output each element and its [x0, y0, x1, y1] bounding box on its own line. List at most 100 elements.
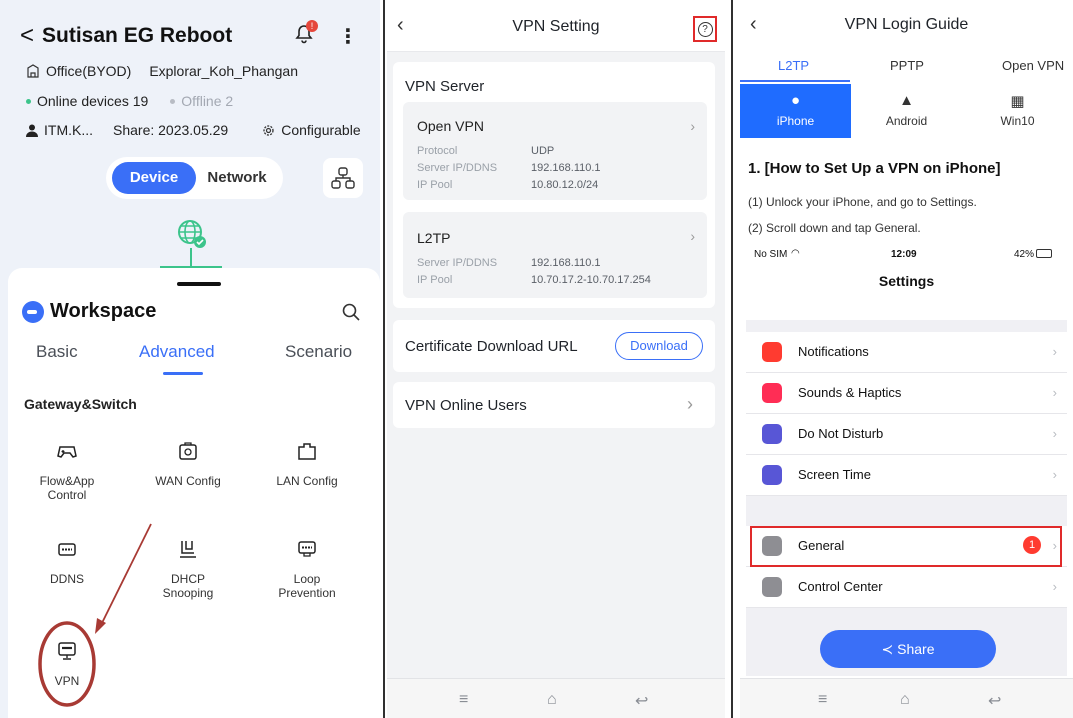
tool-vpn[interactable]: VPN [22, 632, 112, 688]
server-row: Server IP/DDNS 192.168.110.1 [417, 162, 601, 174]
site-name: Explorar_Koh_Phangan [149, 63, 298, 79]
menu-icon[interactable]: ≡ [818, 691, 827, 709]
loop-prevention-icon [288, 530, 326, 568]
more-menu-button[interactable]: ⋮ [338, 24, 358, 49]
row-label: Do Not Disturb [798, 426, 884, 441]
settings-row-notifications: Notifications › [746, 332, 1067, 373]
share-label: Share [897, 641, 935, 657]
tool-label: Flow&App Control [39, 474, 95, 502]
tool-loop-prevention[interactable]: Loop Prevention [262, 530, 352, 600]
server-value: 192.168.110.1 [531, 162, 601, 174]
back-button[interactable]: < [20, 22, 34, 50]
system-nav-bar: ≡ ⌂ ↩ [387, 678, 725, 718]
pool-row: IP Pool 10.70.17.2-10.70.17.254 [417, 274, 651, 286]
tool-label: DHCP Snooping [162, 572, 214, 600]
site-title-text: Sutisan EG Reboot [42, 24, 233, 47]
owner-name: ITM.K... [44, 122, 93, 138]
tab-basic[interactable]: Basic [36, 342, 78, 362]
share-button[interactable]: ≺ Share [820, 630, 996, 668]
menu-icon[interactable]: ≡ [459, 691, 468, 709]
server-row: Server IP/DDNS 192.168.110.1 [417, 257, 601, 269]
offline-count: Offline 2 [181, 93, 234, 109]
toggles-icon [762, 577, 782, 597]
active-tab-indicator [740, 80, 850, 82]
general-highlight-box [750, 526, 1062, 567]
tool-label: WAN Config [155, 474, 221, 488]
carrier: No SIM [754, 249, 788, 260]
platform-win10[interactable]: ▦ Win10 [962, 84, 1073, 138]
server-label: Server IP/DDNS [417, 162, 498, 174]
android-icon: ▲ [899, 92, 914, 109]
tool-flow-app-control[interactable]: Flow&App Control [22, 432, 112, 502]
system-nav-bar: ≡ ⌂ ↩ [740, 678, 1073, 718]
site-info-row: Office(BYOD) Explorar_Koh_Phangan [26, 63, 298, 79]
vpn-icon [48, 632, 86, 670]
ddns-icon [48, 530, 86, 568]
settings-row-screen-time: Screen Time › [746, 455, 1067, 496]
panel-divider [383, 0, 385, 718]
platform-iphone[interactable]: ● iPhone [740, 84, 851, 138]
network-toggle[interactable]: Network [200, 162, 274, 194]
section-title: Gateway&Switch [24, 396, 137, 412]
building-icon [27, 64, 39, 78]
moon-icon [762, 424, 782, 444]
protocol-label: Protocol [417, 145, 458, 157]
configurable-label[interactable]: Configurable [281, 122, 360, 138]
device-toggle[interactable]: Device [112, 162, 196, 194]
guide-step-1: (1) Unlock your iPhone, and go to Settin… [748, 195, 977, 209]
platform-android[interactable]: ▲ Android [851, 84, 962, 138]
tool-ddns[interactable]: DDNS [22, 530, 112, 586]
tab-pptp[interactable]: PPTP [890, 58, 924, 73]
workspace-panel: < Sutisan EG Reboot ! ⋮ Office(BYOD) Exp… [0, 0, 380, 718]
row-label: Control Center [798, 579, 883, 594]
vpn-login-guide-panel: ‹ VPN Login Guide L2TP PPTP Open VPN ● i… [740, 0, 1073, 718]
protocol-value: UDP [531, 145, 555, 157]
guide-title: 1. [How to Set Up a VPN on iPhone] [748, 160, 1001, 177]
gamepad-icon [48, 432, 86, 470]
apple-icon: ● [790, 92, 801, 109]
battery-level: 42% [1014, 249, 1035, 260]
back-nav-icon[interactable]: ↩ [988, 691, 1001, 711]
tab-advanced[interactable]: Advanced [139, 342, 215, 362]
home-icon[interactable]: ⌂ [900, 691, 910, 709]
pool-label: IP Pool [417, 274, 453, 286]
search-icon[interactable] [342, 303, 360, 321]
topology-button[interactable] [323, 158, 363, 198]
pool-value: 10.70.17.2-10.70.17.254 [531, 274, 651, 286]
notification-badge: ! [306, 20, 318, 32]
offline-dot-icon [170, 98, 176, 104]
person-icon [26, 124, 38, 137]
tool-lan-config[interactable]: LAN Config [262, 432, 352, 488]
workspace-title-text: Workspace [50, 300, 157, 322]
tab-scenario[interactable]: Scenario [285, 342, 352, 362]
internet-globe-icon [178, 220, 206, 248]
question-icon: ? [697, 21, 713, 37]
l2tp-server-item[interactable]: L2TP › Server IP/DDNS 192.168.110.1 IP P… [403, 212, 707, 298]
back-nav-icon[interactable]: ↩ [635, 691, 648, 711]
openvpn-server-item[interactable]: Open VPN › Protocol UDP Server IP/DDNS 1… [403, 102, 707, 200]
drag-handle[interactable] [177, 282, 221, 286]
chevron-right-icon: › [1052, 467, 1057, 482]
tool-dhcp-snooping[interactable]: DHCP Snooping [143, 530, 233, 600]
settings-row-dnd: Do Not Disturb › [746, 414, 1067, 455]
download-button[interactable]: Download [615, 332, 703, 360]
office-label: Office(BYOD) [46, 63, 132, 79]
tool-wan-config[interactable]: WAN Config [143, 432, 233, 488]
owner-row: ITM.K... Share: 2023.05.29 Configurable [26, 122, 361, 138]
tool-label: DDNS [49, 572, 84, 586]
platform-label: Win10 [1000, 114, 1035, 128]
row-label: Notifications [798, 344, 869, 359]
home-icon[interactable]: ⌂ [547, 691, 557, 709]
windows-icon: ▦ [1010, 93, 1025, 110]
site-title: < Sutisan EG Reboot [20, 22, 232, 50]
help-button[interactable]: ? [693, 16, 717, 42]
row-label: Screen Time [798, 467, 871, 482]
tab-l2tp[interactable]: L2TP [778, 58, 809, 73]
tool-label: Loop Prevention [278, 572, 336, 600]
dhcp-snooping-icon [169, 530, 207, 568]
tab-openvpn[interactable]: Open VPN [1002, 58, 1064, 73]
platform-label: iPhone [776, 114, 815, 128]
online-users-card[interactable]: VPN Online Users › [393, 382, 715, 428]
guide-step-2: (2) Scroll down and tap General. [748, 221, 921, 235]
pool-label: IP Pool [417, 179, 453, 191]
